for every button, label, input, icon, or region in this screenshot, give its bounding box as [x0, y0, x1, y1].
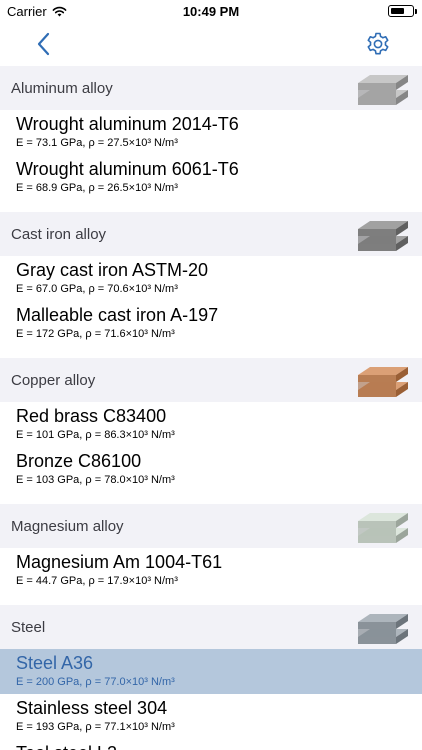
material-name: Red brass C83400 — [16, 406, 167, 426]
material-row[interactable]: Tool steel L2 — [0, 739, 422, 750]
materials-list[interactable]: Aluminum alloy Wrought aluminum 2014-T6 E … — [0, 66, 422, 750]
section-title: Cast iron alloy — [11, 226, 107, 243]
section-header: Steel — [0, 605, 422, 649]
section-spacer — [0, 492, 422, 504]
section-title: Copper alloy — [11, 372, 96, 389]
material-name: Wrought aluminum 2014-T6 — [16, 114, 239, 134]
navigation-bar — [0, 22, 422, 66]
material-properties: E = 67.0 GPa, ρ = 70.6×10³ N/m³ — [16, 283, 178, 295]
settings-button[interactable] — [364, 30, 392, 58]
material-properties: E = 103 GPa, ρ = 78.0×10³ N/m³ — [16, 474, 175, 486]
back-button[interactable] — [30, 30, 58, 58]
material-properties: E = 73.1 GPa, ρ = 27.5×10³ N/m³ — [16, 137, 178, 149]
section-spacer — [0, 593, 422, 605]
material-swatch-icon — [356, 68, 410, 108]
section-spacer — [0, 346, 422, 358]
section-spacer — [0, 200, 422, 212]
material-properties: E = 172 GPa, ρ = 71.6×10³ N/m³ — [16, 328, 175, 340]
material-row[interactable]: Stainless steel 304 E = 193 GPa, ρ = 77.1… — [0, 694, 422, 739]
section-header: Aluminum alloy — [0, 66, 422, 110]
material-row[interactable]: Steel A36 E = 200 GPa, ρ = 77.0×10³ N/m³ — [0, 649, 422, 694]
material-name: Magnesium Am 1004-T61 — [16, 552, 223, 572]
material-row[interactable]: Bronze C86100 E = 103 GPa, ρ = 78.0×10³ N… — [0, 447, 422, 492]
material-row[interactable]: Wrought aluminum 6061-T6 E = 68.9 GPa, ρ … — [0, 155, 422, 200]
material-name: Gray cast iron ASTM-20 — [16, 260, 209, 280]
material-properties: E = 193 GPa, ρ = 77.1×10³ N/m³ — [16, 721, 175, 733]
section-title: Steel — [11, 619, 46, 636]
status-bar: Carrier 10:49 PM — [0, 0, 422, 22]
material-swatch-icon — [356, 214, 410, 254]
section-header: Magnesium alloy — [0, 504, 422, 548]
section-header: Cast iron alloy — [0, 212, 422, 256]
material-name: Malleable cast iron A-197 — [16, 305, 219, 325]
section-header: Copper alloy — [0, 358, 422, 402]
gear-icon — [367, 32, 389, 55]
material-row[interactable]: Malleable cast iron A-197 E = 172 GPa, ρ … — [0, 301, 422, 346]
material-name: Wrought aluminum 6061-T6 — [16, 159, 239, 179]
material-swatch-icon — [356, 607, 410, 647]
section-title: Magnesium alloy — [11, 518, 124, 535]
chevron-left-icon — [37, 32, 50, 56]
material-row[interactable]: Red brass C83400 E = 101 GPa, ρ = 86.3×10… — [0, 402, 422, 447]
material-name: Bronze C86100 — [16, 451, 142, 471]
material-properties: E = 200 GPa, ρ = 77.0×10³ N/m³ — [16, 676, 175, 688]
material-row[interactable]: Wrought aluminum 2014-T6 E = 73.1 GPa, ρ … — [0, 110, 422, 155]
material-row[interactable]: Gray cast iron ASTM-20 E = 67.0 GPa, ρ = … — [0, 256, 422, 301]
material-swatch-icon — [356, 360, 410, 400]
material-name: Steel A36 — [16, 653, 94, 673]
section-title: Aluminum alloy — [11, 80, 113, 97]
material-name: Stainless steel 304 — [16, 698, 168, 718]
material-properties: E = 44.7 GPa, ρ = 17.9×10³ N/m³ — [16, 575, 178, 587]
material-swatch-icon — [356, 506, 410, 546]
battery-icon — [388, 5, 417, 17]
material-properties: E = 101 GPa, ρ = 86.3×10³ N/m³ — [16, 429, 175, 441]
material-properties: E = 68.9 GPa, ρ = 26.5×10³ N/m³ — [16, 182, 178, 194]
material-name: Tool steel L2 — [16, 743, 117, 750]
material-row[interactable]: Magnesium Am 1004-T61 E = 44.7 GPa, ρ = 1… — [0, 548, 422, 593]
status-time: 10:49 PM — [182, 4, 240, 19]
